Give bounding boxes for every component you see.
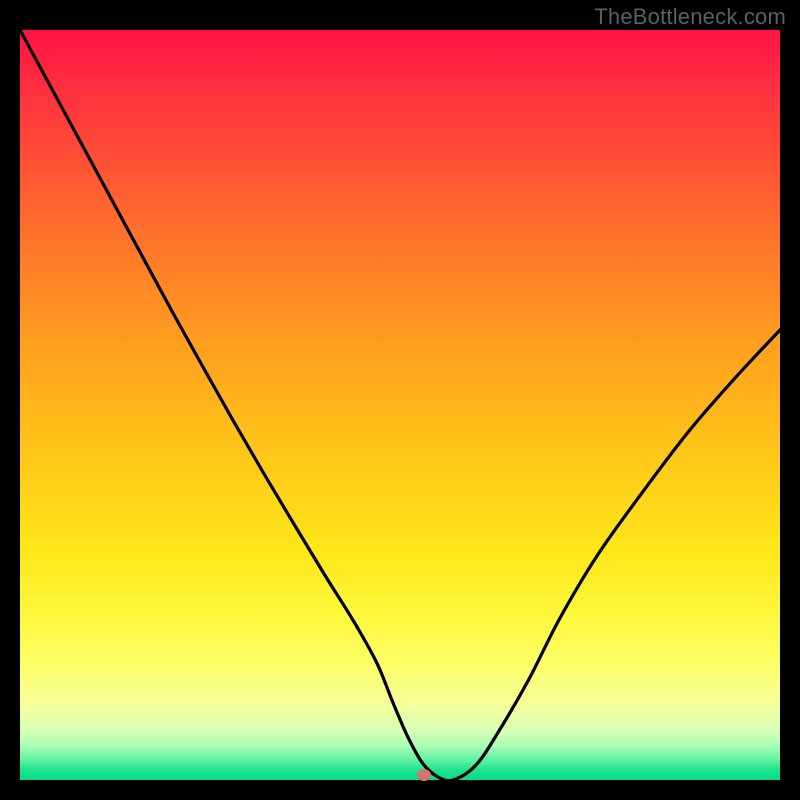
plot-area: [20, 30, 780, 780]
optimal-point-marker: [417, 769, 431, 781]
chart-frame: TheBottleneck.com: [0, 0, 800, 800]
watermark-label: TheBottleneck.com: [594, 4, 786, 30]
curve-layer: [20, 30, 780, 780]
bottleneck-curve: [20, 30, 780, 781]
